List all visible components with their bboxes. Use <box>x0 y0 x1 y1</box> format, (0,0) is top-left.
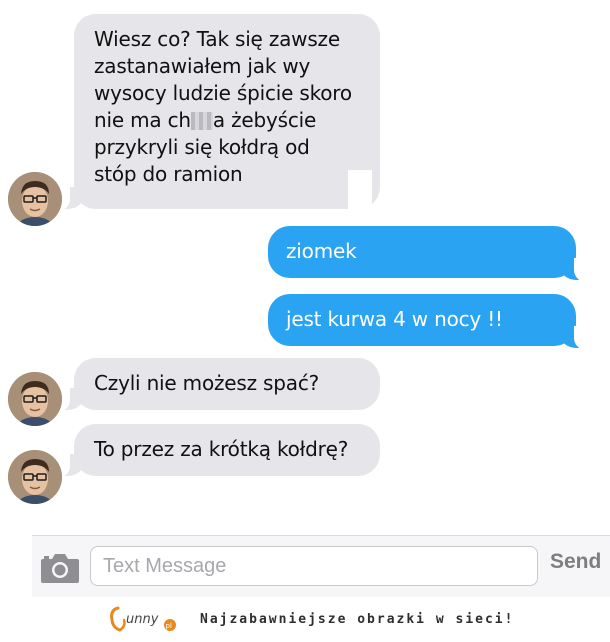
censor-blur <box>190 112 213 130</box>
message-line: zastanawiałem jak wy <box>94 54 311 78</box>
contact-avatar[interactable] <box>8 172 62 226</box>
message-text: To przez za krótką kołdrę? <box>94 437 349 461</box>
camera-icon[interactable] <box>40 550 80 584</box>
watermark-footer: unny pl Najzabawniejsze obrazki w sieci! <box>0 600 610 642</box>
avatar-photo-icon <box>8 450 62 504</box>
avatar-photo-icon <box>8 372 62 426</box>
message-thread[interactable]: Wiesz co? Tak się zawsze zastanawiałem j… <box>0 0 610 530</box>
site-logo: unny pl <box>108 604 184 634</box>
sent-message-bubble[interactable]: jest kurwa 4 w nocy !! <box>268 294 576 346</box>
message-text: jest kurwa 4 w nocy !! <box>286 307 503 331</box>
message-input[interactable] <box>90 546 538 586</box>
compose-bar: Send <box>32 535 610 597</box>
avatar-photo-icon <box>8 172 62 226</box>
message-line-censored: nie ma ch a żebyście <box>94 107 364 134</box>
message-line: Wiesz co? Tak się zawsze <box>94 27 340 51</box>
message-line: przykryli się kołdrą od <box>94 135 310 159</box>
tagline: Najzabawniejsze obrazki w sieci! <box>200 612 515 627</box>
svg-text:unny: unny <box>126 612 159 627</box>
sent-message-bubble[interactable]: ziomek <box>268 226 576 278</box>
message-line: stóp do ramion <box>94 162 243 186</box>
received-message-bubble[interactable]: Czyli nie możesz spać? <box>74 358 380 410</box>
message-text: ziomek <box>286 239 357 263</box>
send-button[interactable]: Send <box>550 550 601 574</box>
received-message-bubble[interactable]: Wiesz co? Tak się zawsze zastanawiałem j… <box>74 14 380 209</box>
contact-avatar[interactable] <box>8 450 62 504</box>
svg-text:pl: pl <box>166 622 172 630</box>
image-crop-patch <box>348 170 372 214</box>
contact-avatar[interactable] <box>8 372 62 426</box>
received-message-bubble[interactable]: To przez za krótką kołdrę? <box>74 424 380 476</box>
message-text: Czyli nie możesz spać? <box>94 371 320 395</box>
message-line: wysocy ludzie śpicie skoro <box>94 81 352 105</box>
message-text-part: a żebyście <box>212 108 317 132</box>
message-text-part: nie ma ch <box>94 108 191 132</box>
